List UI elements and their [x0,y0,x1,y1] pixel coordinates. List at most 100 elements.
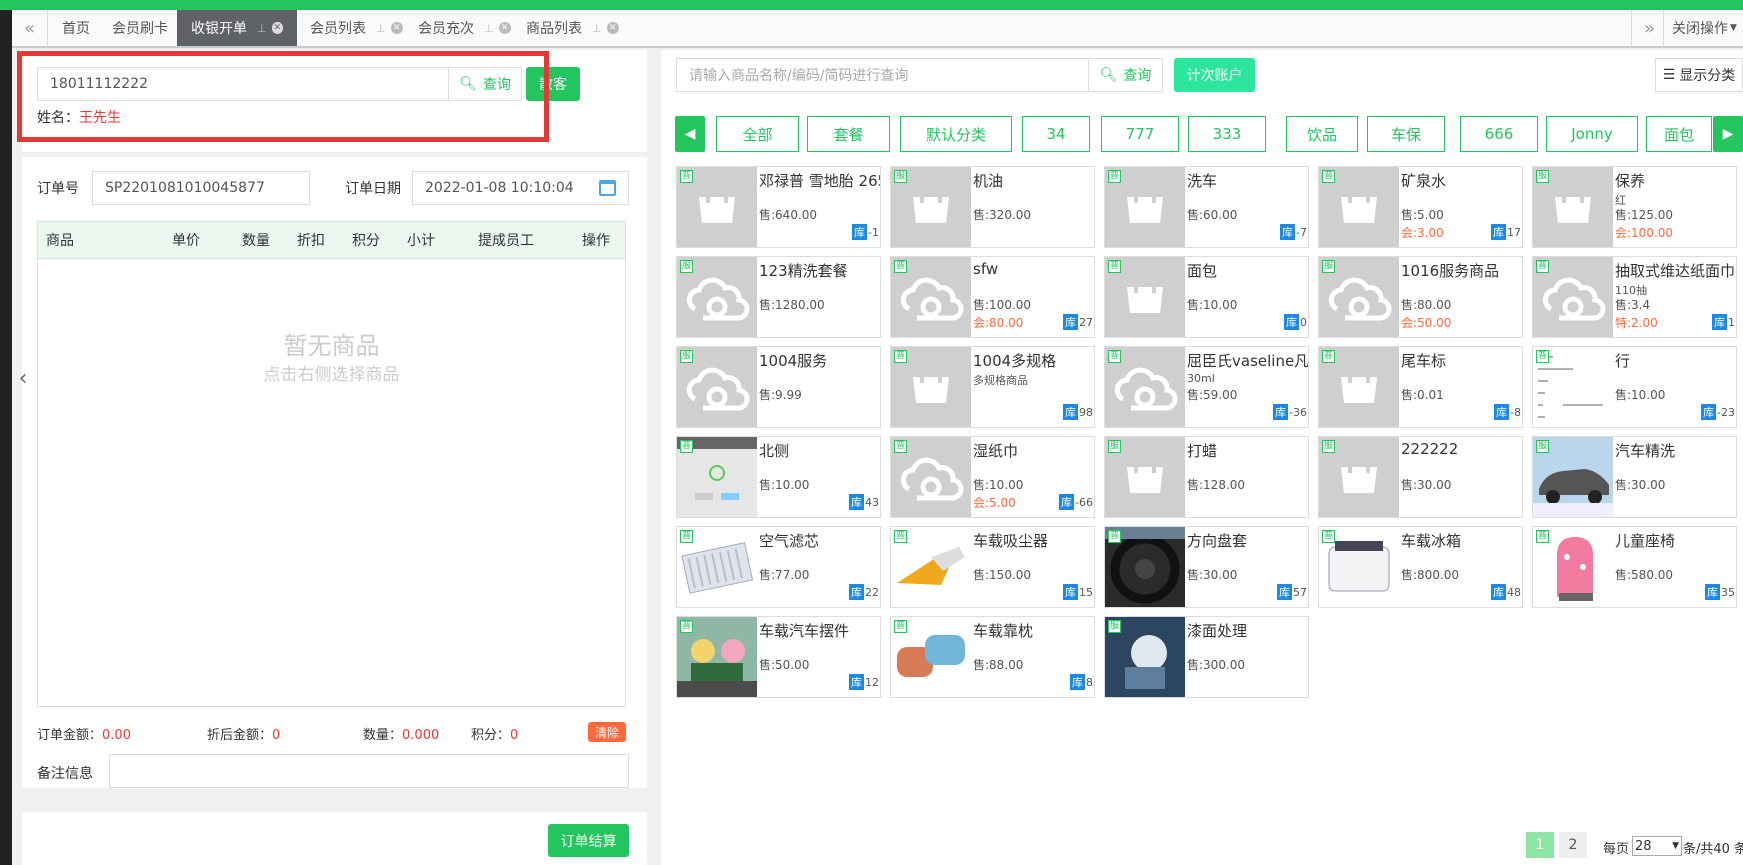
product-card[interactable]: 普 邓禄普 雪地胎 265 售:640.00 库 -1 [676,166,881,248]
order-points-value: 0 [510,728,519,743]
category-button[interactable]: Jonny [1546,116,1638,152]
product-stock: 库 48 [1491,584,1521,600]
product-card[interactable]: 普 车载汽车摆件 售:50.00 库 12 [676,616,881,698]
tab-product-list[interactable]: 商品列表 ⊥ ✕ [512,10,633,46]
close-icon[interactable]: ✕ [498,22,511,34]
product-search-label: 查询 [1123,68,1152,84]
column-header-staff: 提成员工 [478,233,534,249]
product-card[interactable]: 普 1004多规格 多规格商品库 98 [890,346,1095,428]
product-member-price: 会:50.00 [1401,316,1452,330]
category-next-button[interactable]: ▶ [1713,116,1743,152]
category-button[interactable]: 默认分类 [900,116,1012,152]
product-card[interactable]: 普 车载靠枕 售:88.00 库 8 [890,616,1095,698]
tab-member-card[interactable]: 会员刷卡 [98,10,182,46]
stock-badge: 库 [1273,404,1289,420]
product-card[interactable]: 服 123精洗套餐 售:1280.00 [676,256,881,338]
clear-label: 清除 [594,725,619,740]
discounted-amount-value: 0 [272,728,281,743]
category-button[interactable]: 面包 [1646,116,1712,152]
product-card[interactable]: 普 行售:10.00 库 -23 [1532,346,1737,428]
product-name: 屈臣氏vaseline凡士林 [1187,352,1309,370]
category-button[interactable]: 777 [1101,116,1179,152]
product-card[interactable]: 普 洗车 售:60.00 库 -7 [1104,166,1309,248]
total-label: 条/共40 条 [1683,842,1743,857]
tab-home[interactable]: 首页 [48,10,104,46]
product-card[interactable]: 服 222222 售:30.00 [1318,436,1523,518]
category-prev-button[interactable]: ◀ [675,116,705,152]
tab-label: 会员列表 [310,21,366,37]
column-header-product: 商品 [46,233,74,249]
product-name: 车载汽车摆件 [759,622,850,640]
pin-icon[interactable]: ⊥ [484,22,494,35]
product-card[interactable]: 普 车载冰箱 售:800.00 库 48 [1318,526,1523,608]
empty-title: 暂无商品 [283,332,380,360]
category-button[interactable]: 34 [1022,116,1090,152]
product-card[interactable]: 服 漆面处理 售:300.00 [1104,616,1309,698]
product-card[interactable]: 普 湿纸巾 售:10.00 会:5.00 库 -66 [890,436,1095,518]
product-card[interactable]: 普 sfw 售:100.00 会:80.00 库 27 [890,256,1095,338]
tab-label: 收银开单 [191,21,247,37]
product-card[interactable]: 普 车载吸尘器 售:150.00 库 15 [890,526,1095,608]
category-button[interactable]: 全部 [716,116,799,152]
tab-member-recharge[interactable]: 会员充次 ⊥ ✕ [404,10,525,46]
per-page-select[interactable]: 28 ▼ [1632,836,1682,856]
pin-icon[interactable]: ⊥ [376,22,386,35]
product-price: 售:59.00 [1187,388,1238,402]
product-stock: 库 22 [849,584,879,600]
product-search-input[interactable]: 请输入商品名称/编码/简码进行查询 [676,58,1089,92]
close-icon[interactable]: ✕ [390,22,403,34]
tab-cashier-order[interactable]: 收银开单 ⊥ ✕ [177,10,297,46]
product-card[interactable]: 普 方向盘套 售:30.00 库 57 [1104,526,1309,608]
tabs-next-button[interactable]: » [1631,10,1667,46]
product-card[interactable]: 普 尾车标 售:0.01 库 -8 [1318,346,1523,428]
product-stock: 库 -23 [1701,404,1735,420]
close-icon[interactable]: ✕ [606,22,619,34]
category-button[interactable]: 666 [1460,116,1538,152]
product-card[interactable]: 普 空气滤芯 售:77.00 库 22 [676,526,881,608]
double-chevron-right-icon: » [1643,17,1655,39]
close-icon[interactable]: ✕ [271,22,283,34]
count-account-button[interactable]: 计次账户 [1174,58,1255,92]
column-header-discount: 折扣 [297,233,325,249]
chevron-left-icon[interactable]: ‹ [13,364,33,392]
category-button[interactable]: 333 [1188,116,1266,152]
category-button[interactable]: 车保 [1367,116,1445,152]
order-date-field[interactable]: 2022-01-08 10:10:04 [412,171,629,205]
tab-member-list[interactable]: 会员列表 ⊥ ✕ [296,10,417,46]
stock-badge: 库 [1059,494,1075,510]
order-no-label: 订单号 [37,181,79,197]
product-stock: 库 -7 [1280,224,1307,240]
tabs-prev-button[interactable]: « [12,10,48,46]
product-type-badge: 普 [1536,530,1549,543]
product-card[interactable]: 普抽取式维达纸面巾 110抽 售:3.4 特:2.00 库 1 [1532,256,1737,338]
product-card[interactable]: 服保养红售:125.00 会:100.00 [1532,166,1737,248]
product-card[interactable]: 服 机油 售:320.00 [890,166,1095,248]
product-card[interactable]: 服 汽车精洗 售:30.00 [1532,436,1737,518]
product-card[interactable]: 普 面包 售:10.00 库 0 [1104,256,1309,338]
product-card[interactable]: 普 矿泉水 售:5.00 会:3.00 库 17 [1318,166,1523,248]
category-button[interactable]: 套餐 [807,116,890,152]
close-operations-menu[interactable]: 关闭操作 ▼ [1663,10,1743,46]
product-search-button[interactable]: 🔍︎ 查询 [1088,58,1163,92]
count-account-label: 计次账户 [1186,68,1243,84]
pin-icon[interactable]: ⊥ [257,22,267,35]
remark-input[interactable] [109,754,629,788]
empty-hint: 点击右侧选择商品 [263,365,400,385]
page-2-button[interactable]: 2 [1559,832,1587,858]
product-name: 儿童座椅 [1615,532,1676,550]
clear-button[interactable]: 清除 [588,722,626,742]
show-category-button[interactable]: ☰ 显示分类 [1655,58,1743,92]
product-card[interactable]: 普 屈臣氏vaseline凡士林 30ml 售:59.00 库-36 [1104,346,1309,428]
product-card[interactable]: 服 打蜡 售:128.00 [1104,436,1309,518]
page-1-button[interactable]: 1 [1526,832,1554,858]
product-card[interactable]: 普 儿童座椅 售:580.00 库 35 [1532,526,1737,608]
calendar-icon[interactable] [599,180,616,196]
product-card[interactable]: 服 1016服务商品 售:80.00 会:50.00 [1318,256,1523,338]
product-card[interactable]: 普 北侧 售:10.00 库 43 [676,436,881,518]
category-button[interactable]: 饮品 [1286,116,1358,152]
checkout-button[interactable]: 订单结算 [548,824,629,857]
product-price: 售:580.00 [1615,568,1674,582]
product-price: 售:3.4 [1615,298,1651,312]
product-card[interactable]: 服 1004服务 售:9.99 [676,346,881,428]
pin-icon[interactable]: ⊥ [592,22,602,35]
